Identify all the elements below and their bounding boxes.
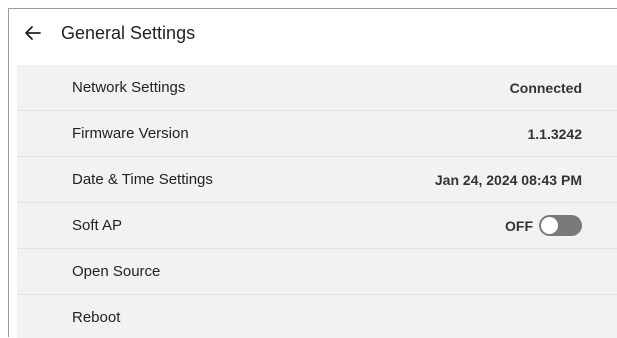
datetime-settings-item[interactable]: Date & Time Settings Jan 24, 2024 08:43 …: [17, 157, 617, 203]
reboot-item[interactable]: Reboot: [17, 295, 617, 338]
network-status-value: Connected: [509, 79, 582, 96]
open-source-label: Open Source: [72, 263, 161, 280]
soft-ap-control: OFF: [505, 215, 582, 236]
firmware-version-label: Firmware Version: [72, 125, 189, 142]
network-settings-item[interactable]: Network Settings Connected: [17, 65, 617, 111]
firmware-version-item[interactable]: Firmware Version 1.1.3242: [17, 111, 617, 157]
soft-ap-label: Soft AP: [72, 217, 123, 234]
open-source-item[interactable]: Open Source: [17, 249, 617, 295]
soft-ap-item: Soft AP OFF: [17, 203, 617, 249]
settings-window: General Settings Network Settings Connec…: [8, 8, 617, 338]
arrow-left-icon: [25, 26, 41, 40]
toggle-knob: [541, 217, 558, 234]
soft-ap-toggle[interactable]: [539, 215, 582, 236]
soft-ap-state-text: OFF: [505, 217, 533, 234]
firmware-version-value: 1.1.3242: [527, 125, 583, 142]
reboot-label: Reboot: [72, 309, 121, 326]
network-settings-label: Network Settings: [72, 79, 186, 96]
page-title: General Settings: [61, 22, 196, 43]
datetime-value: Jan 24, 2024 08:43 PM: [434, 171, 582, 188]
datetime-settings-label: Date & Time Settings: [72, 171, 213, 188]
back-button[interactable]: [13, 9, 53, 57]
settings-list: Network Settings Connected Firmware Vers…: [17, 65, 617, 338]
header-bar: General Settings: [9, 9, 617, 57]
